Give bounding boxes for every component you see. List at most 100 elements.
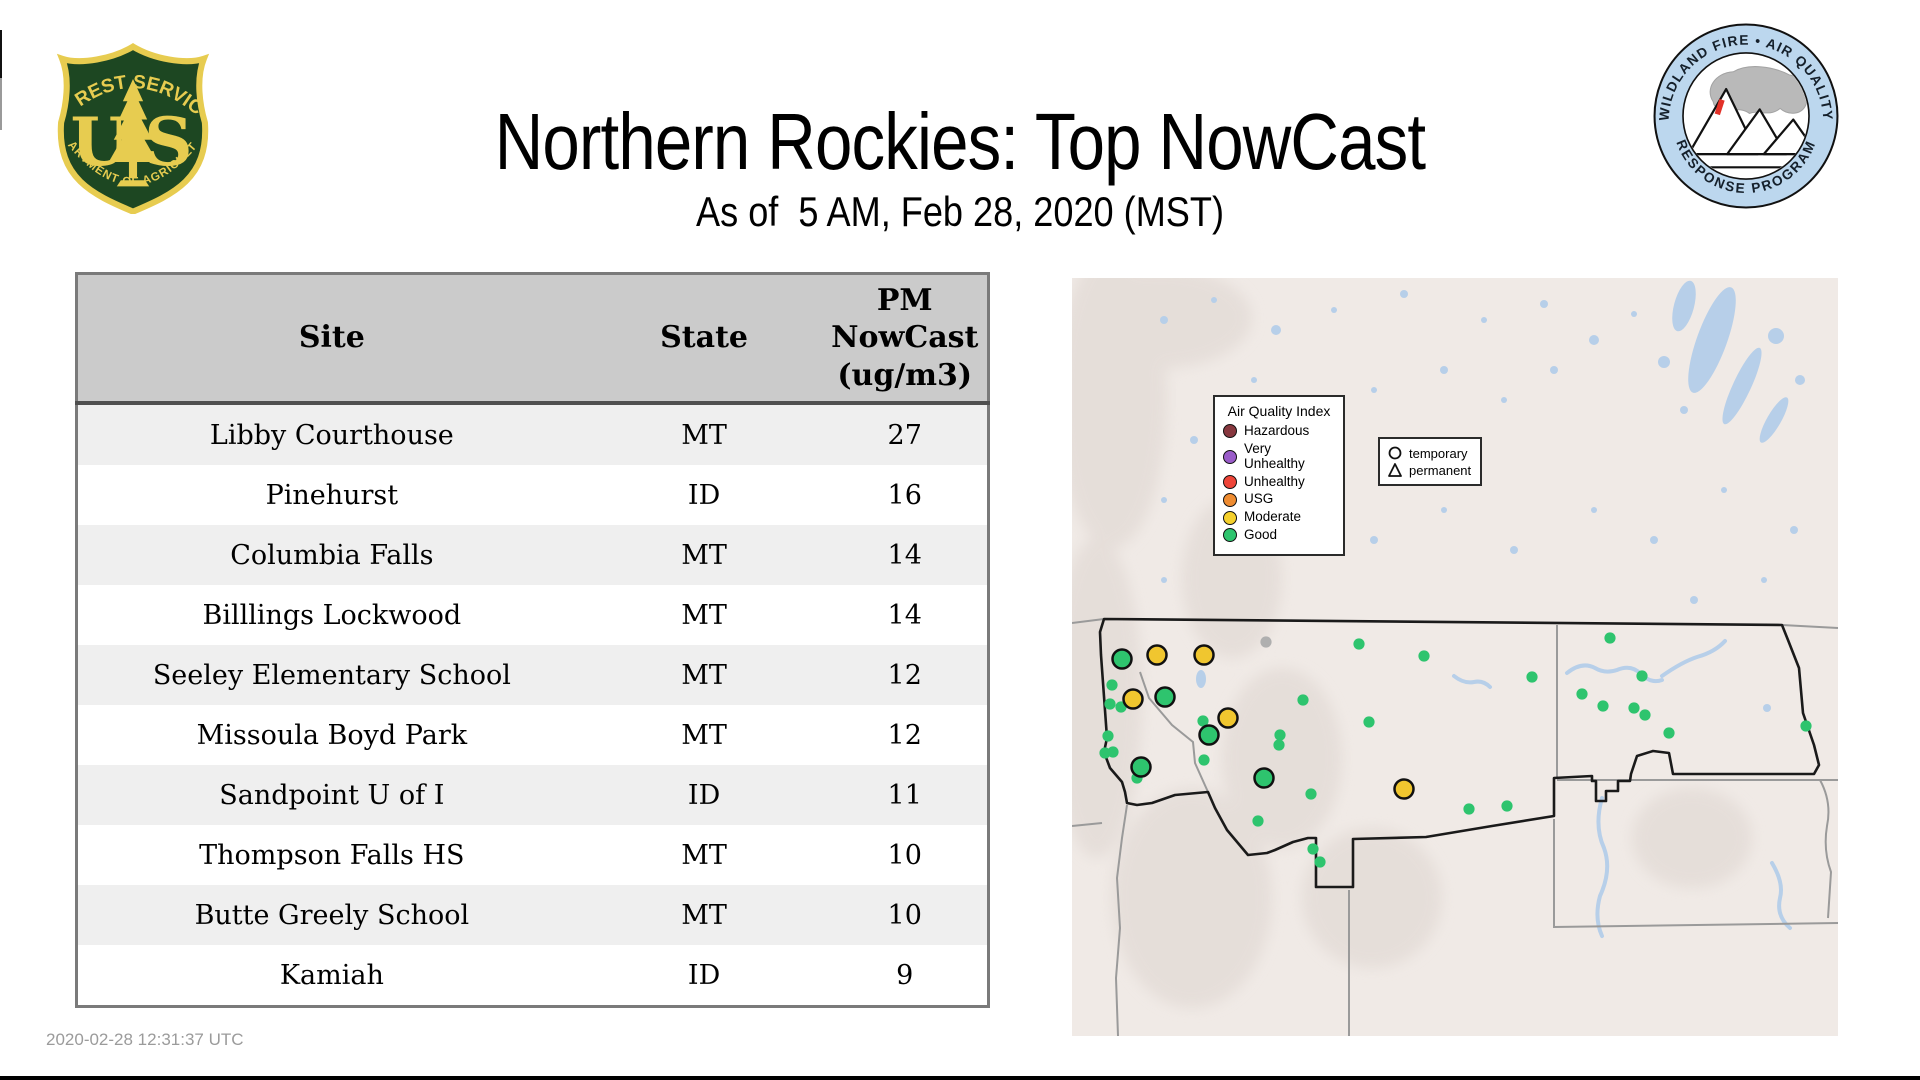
permanent-monitor-dot[interactable]: [1260, 636, 1272, 648]
permanent-monitor-dot[interactable]: [1305, 788, 1317, 800]
cell-state: MT: [681, 659, 727, 691]
cell-site: Columbia Falls: [230, 539, 434, 571]
cell-site: Libby Courthouse: [209, 419, 454, 451]
aqi-legend-item: Hazardous: [1223, 423, 1335, 439]
permanent-monitor-dot[interactable]: [1604, 632, 1616, 644]
permanent-monitor-dot[interactable]: [1106, 679, 1118, 691]
air-quality-map[interactable]: Air Quality Index Hazardous Very Unhealth…: [1072, 278, 1838, 1036]
permanent-monitor-dot[interactable]: [1800, 720, 1812, 732]
permanent-monitor-dot[interactable]: [1663, 727, 1675, 739]
cell-value: 16: [887, 479, 922, 511]
cell-site: Butte Greely School: [194, 899, 470, 931]
cell-state: MT: [681, 719, 727, 751]
marker-type-label: permanent: [1409, 462, 1472, 478]
cell-site: Missoula Boyd Park: [196, 719, 468, 751]
temporary-monitor-marker[interactable]: [1193, 644, 1215, 666]
permanent-monitor-dot[interactable]: [1363, 716, 1375, 728]
cell-state: MT: [681, 539, 727, 571]
temporary-monitor-marker[interactable]: [1130, 756, 1152, 778]
temporary-monitor-marker[interactable]: [1146, 644, 1168, 666]
column-header-pm: PM NowCast (ug/m3): [822, 273, 989, 405]
cell-site: Pinehurst: [265, 479, 399, 511]
column-header-site: Site: [76, 273, 586, 405]
aqi-legend-item: USG: [1223, 492, 1335, 507]
cell-site: Billlings Lockwood: [202, 599, 462, 631]
temporary-monitor-icon: [1388, 446, 1402, 460]
cell-site: Thompson Falls HS: [199, 839, 465, 871]
table-row: Columbia Falls MT 14: [76, 525, 989, 585]
table-row: Billlings Lockwood MT 14: [76, 585, 989, 645]
cell-value: 14: [887, 599, 922, 631]
permanent-monitor-dot[interactable]: [1273, 739, 1285, 751]
temporary-monitor-marker[interactable]: [1198, 724, 1220, 746]
column-header-state: State: [585, 273, 823, 405]
table-row: Butte Greely School MT 10: [76, 885, 989, 945]
cell-value: 12: [887, 719, 922, 751]
permanent-monitor-dot[interactable]: [1501, 800, 1513, 812]
table-row: Sandpoint U of I ID 11: [76, 765, 989, 825]
permanent-monitor-dot[interactable]: [1104, 698, 1116, 710]
table-row: Missoula Boyd Park MT 12: [76, 705, 989, 765]
cell-value: 10: [887, 839, 922, 871]
permanent-monitor-dot[interactable]: [1639, 709, 1651, 721]
permanent-monitor-dot[interactable]: [1353, 638, 1365, 650]
airfire-logo: WILDLAND FIRE • AIR QUALITY RESPONSE PRO…: [1652, 22, 1840, 215]
aqi-legend-label: Good: [1244, 527, 1278, 543]
permanent-monitor-dot[interactable]: [1463, 803, 1475, 815]
cell-site: Sandpoint U of I: [219, 779, 445, 811]
permanent-monitor-dot[interactable]: [1274, 729, 1286, 741]
aqi-legend-label: USG: [1244, 491, 1274, 507]
permanent-monitor-dot[interactable]: [1636, 670, 1648, 682]
left-edge-mark: [0, 78, 2, 130]
nowcast-table: Site State PM NowCast (ug/m3) Libby Cour…: [75, 272, 990, 1008]
aqi-legend-label: Very Unhealthy: [1244, 440, 1305, 471]
table-row: Pinehurst ID 16: [76, 465, 989, 525]
aqi-legend-label: Hazardous: [1244, 423, 1310, 438]
aqi-color-dot-icon: [1223, 510, 1237, 525]
permanent-monitor-dot[interactable]: [1252, 815, 1264, 827]
cell-value: 12: [887, 659, 922, 691]
temporary-monitor-marker[interactable]: [1122, 688, 1144, 710]
cell-value: 27: [887, 419, 922, 451]
page-title: Northern Rockies: Top NowCast: [494, 96, 1426, 186]
temporary-monitor-marker[interactable]: [1154, 686, 1176, 708]
aqi-legend-item: Unhealthy: [1223, 474, 1335, 490]
marker-type-item: permanent: [1387, 462, 1473, 478]
page-subtitle: As of 5 AM, Feb 28, 2020 (MST): [696, 188, 1224, 235]
permanent-monitor-dot[interactable]: [1597, 700, 1609, 712]
aqi-legend-item: Very Unhealthy: [1223, 440, 1335, 472]
temporary-monitor-marker[interactable]: [1217, 707, 1239, 729]
permanent-monitor-dot[interactable]: [1198, 754, 1210, 766]
left-edge-mark: [0, 30, 2, 78]
permanent-monitor-icon: [1388, 463, 1402, 477]
permanent-monitor-dot[interactable]: [1307, 843, 1319, 855]
cell-state: MT: [681, 599, 727, 631]
cell-value: 11: [887, 779, 922, 811]
permanent-monitor-dot[interactable]: [1576, 688, 1588, 700]
temporary-monitor-marker[interactable]: [1253, 767, 1275, 789]
marker-type-legend: temporary permanent: [1378, 437, 1482, 486]
permanent-monitor-dot[interactable]: [1102, 730, 1114, 742]
cell-state: ID: [687, 779, 721, 811]
cell-state: MT: [681, 839, 727, 871]
aqi-color-dot-icon: [1223, 449, 1237, 464]
cell-site: Seeley Elementary School: [152, 659, 511, 691]
permanent-monitor-dot[interactable]: [1628, 702, 1640, 714]
aqi-legend-item: Moderate: [1223, 509, 1335, 525]
temporary-monitor-marker[interactable]: [1393, 778, 1415, 800]
permanent-monitor-dot[interactable]: [1526, 671, 1538, 683]
permanent-monitor-dot[interactable]: [1314, 856, 1326, 868]
permanent-monitor-dot[interactable]: [1107, 746, 1119, 758]
table-row: Seeley Elementary School MT 12: [76, 645, 989, 705]
table-header-row: Site State PM NowCast (ug/m3): [76, 273, 989, 405]
temporary-monitor-marker[interactable]: [1111, 648, 1133, 670]
table-row: Thompson Falls HS MT 10: [76, 825, 989, 885]
permanent-monitor-dot[interactable]: [1297, 694, 1309, 706]
permanent-monitor-dot[interactable]: [1418, 650, 1430, 662]
table-row: Kamiah ID 9: [76, 945, 989, 1007]
aqi-legend-item: Good: [1223, 527, 1335, 543]
cell-value: 10: [887, 899, 922, 931]
cell-state: MT: [681, 899, 727, 931]
marker-type-item: temporary: [1387, 445, 1473, 461]
cell-value: 14: [887, 539, 922, 571]
